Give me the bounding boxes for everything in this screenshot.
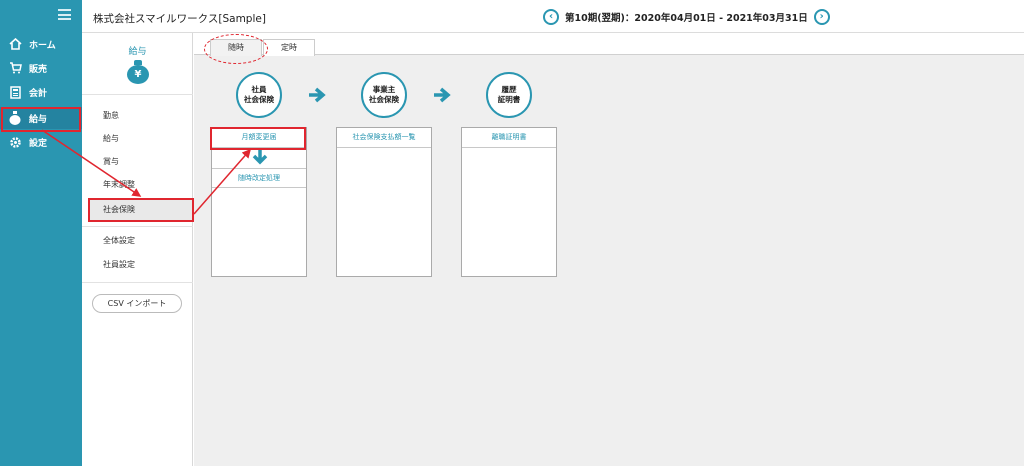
annotation-arrows [41,129,251,215]
